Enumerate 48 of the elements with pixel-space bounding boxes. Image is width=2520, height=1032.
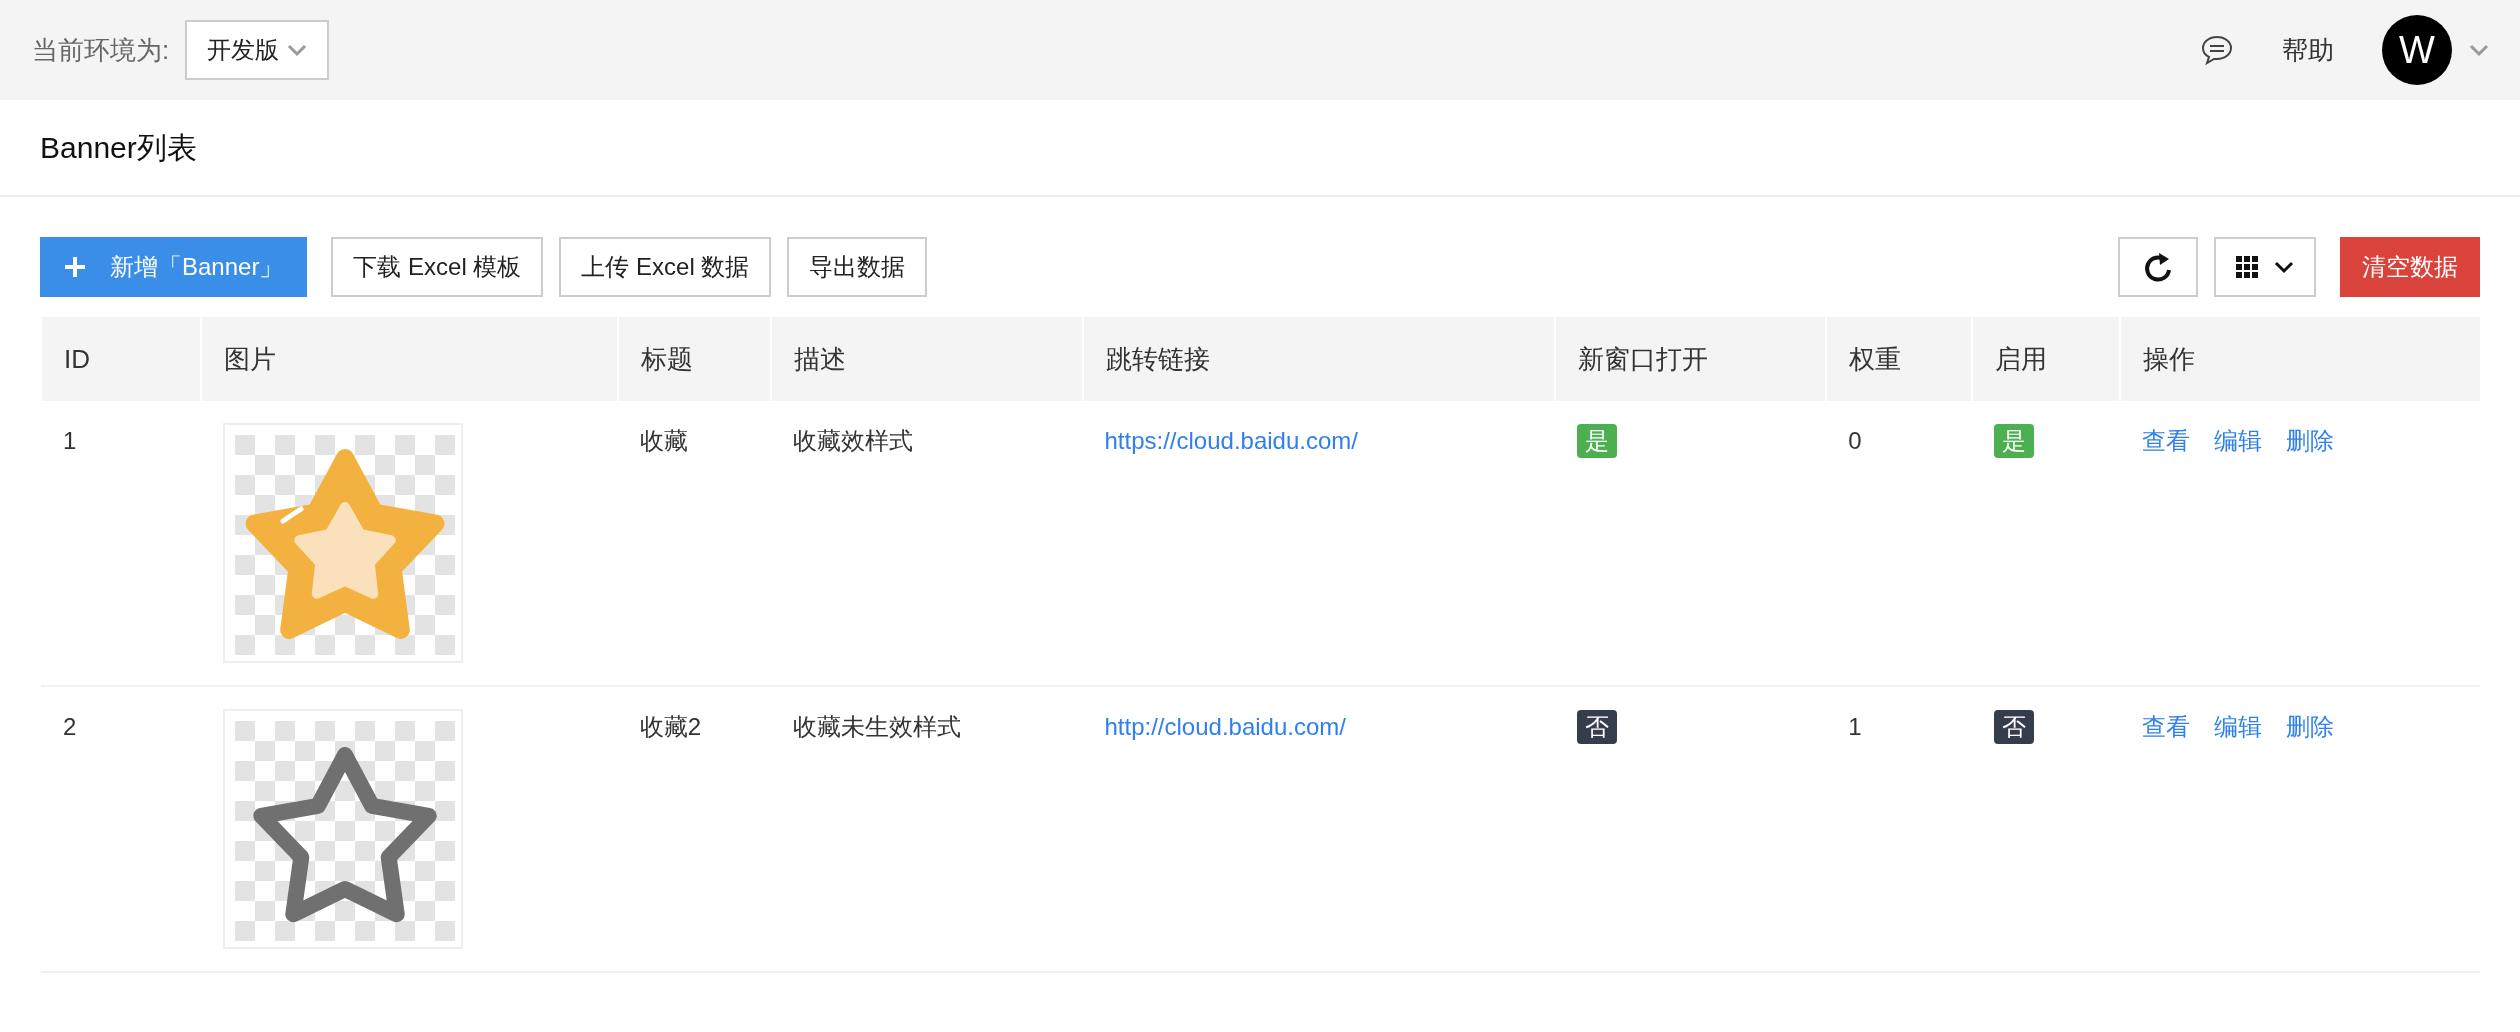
clear-data-button[interactable]: 清空数据 xyxy=(2340,237,2480,297)
toolbar-button[interactable]: 导出数据 xyxy=(787,237,928,297)
table-cell: 2 xyxy=(63,713,77,740)
toolbar-button[interactable]: 上传 Excel 数据 xyxy=(559,237,772,297)
caret-icon[interactable] xyxy=(2468,43,2490,57)
table-cell: 收藏未生效样式 xyxy=(792,713,961,740)
user-avatar[interactable]: W xyxy=(2382,15,2452,85)
action-link[interactable]: 删除 xyxy=(2286,709,2335,745)
environment-dropdown[interactable]: 开发版 xyxy=(185,20,330,80)
link[interactable]: http://cloud.baidu.com/ xyxy=(1104,713,1346,740)
column-header: 描述 xyxy=(793,343,846,374)
status-badge: 否 xyxy=(1994,710,2035,744)
environment-label: 当前环境为: xyxy=(32,33,170,67)
table-cell: 1 xyxy=(1848,713,1862,740)
column-header: 图片 xyxy=(223,343,276,374)
help-link[interactable]: 帮助 xyxy=(2282,30,2334,70)
table-cell: 1 xyxy=(63,427,77,454)
toolbar-button[interactable]: 下载 Excel 模板 xyxy=(331,237,544,297)
column-header: 权重 xyxy=(1849,343,1902,374)
column-header: 跳转链接 xyxy=(1105,343,1210,374)
columns-dropdown-button[interactable] xyxy=(2214,237,2316,297)
plus-icon xyxy=(64,256,86,278)
status-badge: 是 xyxy=(1994,424,2035,458)
action-link[interactable]: 编辑 xyxy=(2214,423,2263,459)
action-link[interactable]: 查看 xyxy=(2142,423,2191,459)
page-title: Banner列表 xyxy=(40,130,197,166)
action-link[interactable]: 编辑 xyxy=(2214,709,2263,745)
column-header: 标题 xyxy=(640,343,693,374)
caret-icon xyxy=(287,43,308,57)
column-header: 新窗口打开 xyxy=(1578,343,1709,374)
grid-icon xyxy=(2236,256,2258,278)
add-banner-button[interactable]: 新增「Banner」 xyxy=(40,237,308,297)
table-cell: 0 xyxy=(1848,427,1862,454)
chat-icon[interactable] xyxy=(2200,34,2234,66)
column-header: ID xyxy=(64,343,90,374)
column-header: 操作 xyxy=(2143,343,2196,374)
link[interactable]: https://cloud.baidu.com/ xyxy=(1104,427,1358,454)
column-header: 启用 xyxy=(1995,343,2048,374)
table-cell: 收藏 xyxy=(639,427,688,454)
refresh-icon xyxy=(2143,251,2173,283)
status-badge: 是 xyxy=(1577,424,1618,458)
status-badge: 否 xyxy=(1577,710,1618,744)
table-cell: 收藏效样式 xyxy=(792,427,913,454)
caret-icon xyxy=(2274,260,2294,274)
table-cell: 收藏2 xyxy=(639,713,702,740)
action-link[interactable]: 删除 xyxy=(2286,423,2335,459)
refresh-button[interactable] xyxy=(2118,237,2198,297)
action-link[interactable]: 查看 xyxy=(2142,709,2191,745)
